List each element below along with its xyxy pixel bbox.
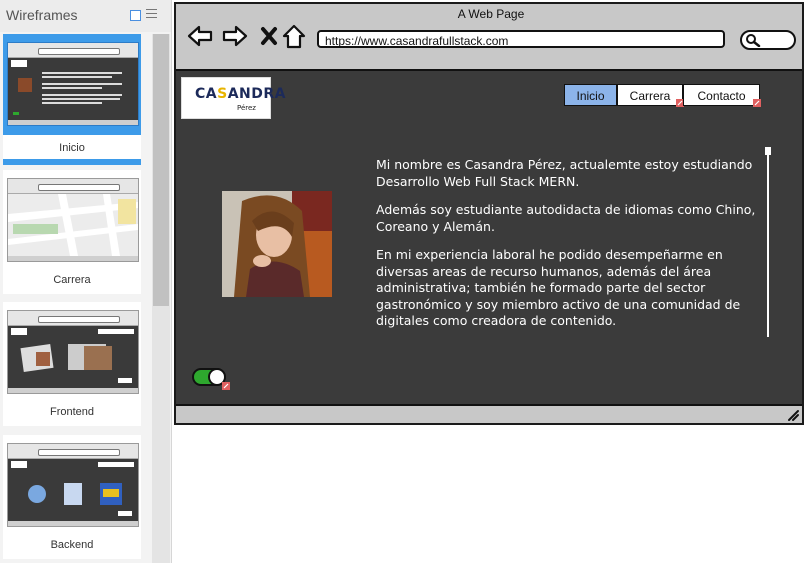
logo-text: CASANDRA (195, 86, 286, 102)
toggle-switch[interactable] (192, 368, 230, 390)
nav-tab-contacto[interactable]: Contacto (683, 84, 761, 107)
page-viewport: CASANDRA Pérez Inicio Carrera Contacto M… (176, 69, 802, 406)
intro-text: Mi nombre es Casandra Pérez, actualemte … (376, 157, 768, 342)
page-thumbnail-frontend (7, 310, 139, 394)
panel-scrollbar-thumb[interactable] (153, 34, 169, 306)
panel-title: Wireframes (6, 7, 78, 23)
wireframes-panel: Wireframes Inicio Carrera Frontend Backe… (0, 0, 172, 563)
forward-arrow-icon[interactable] (221, 22, 249, 50)
window-title: A Web Page (457, 7, 525, 21)
intro-paragraph-3: En mi experiencia laboral he podido dese… (376, 247, 741, 328)
link-marker-icon (222, 382, 230, 390)
page-label-inicio: Inicio (59, 142, 85, 154)
page-label-backend: Backend (50, 539, 94, 551)
nav-tab-inicio-label: Inicio (576, 89, 605, 103)
site-logo[interactable]: CASANDRA Pérez (181, 77, 285, 119)
nav-tab-contacto-label: Contacto (697, 89, 746, 103)
page-thumbnail-carrera (7, 178, 139, 262)
logo-subtext: Pérez (237, 104, 256, 112)
home-icon[interactable] (280, 22, 308, 50)
intro-paragraph-2: Además soy estudiante autodidacta de idi… (376, 202, 756, 234)
page-label-carrera: Carrera (53, 274, 91, 286)
page-card-inicio[interactable]: Inicio (3, 34, 141, 165)
nav-tab-inicio[interactable]: Inicio (564, 84, 617, 106)
page-card-frontend[interactable]: Frontend (3, 302, 141, 426)
browser-window: A Web Page https://www.casandrafullstack… (174, 2, 804, 425)
nav-tab-carrera[interactable]: Carrera (617, 84, 684, 107)
url-bar[interactable]: https://www.casandrafullstack.com (317, 30, 725, 48)
search-icon (746, 34, 761, 47)
profile-photo (222, 191, 332, 297)
stop-x-icon[interactable] (255, 22, 283, 50)
link-marker-icon (753, 99, 761, 107)
back-arrow-icon[interactable] (186, 22, 214, 50)
search-field[interactable] (740, 30, 796, 50)
panel-header: Wireframes (0, 0, 171, 32)
intro-paragraph-1: Mi nombre es Casandra Pérez, actualemte … (376, 157, 753, 189)
page-label-frontend: Frontend (49, 406, 95, 418)
page-card-backend[interactable]: Backend (3, 435, 141, 559)
content-scrollbar[interactable] (765, 147, 771, 337)
nav-tab-carrera-label: Carrera (629, 89, 671, 103)
resize-grip-icon[interactable] (786, 408, 800, 422)
grid-view-icon[interactable] (130, 10, 141, 21)
page-thumbnail-inicio (7, 42, 139, 126)
page-thumbnail-backend (7, 443, 139, 527)
browser-status-bar (176, 404, 802, 423)
list-view-icon[interactable] (146, 9, 157, 20)
page-card-carrera[interactable]: Carrera (3, 170, 141, 294)
